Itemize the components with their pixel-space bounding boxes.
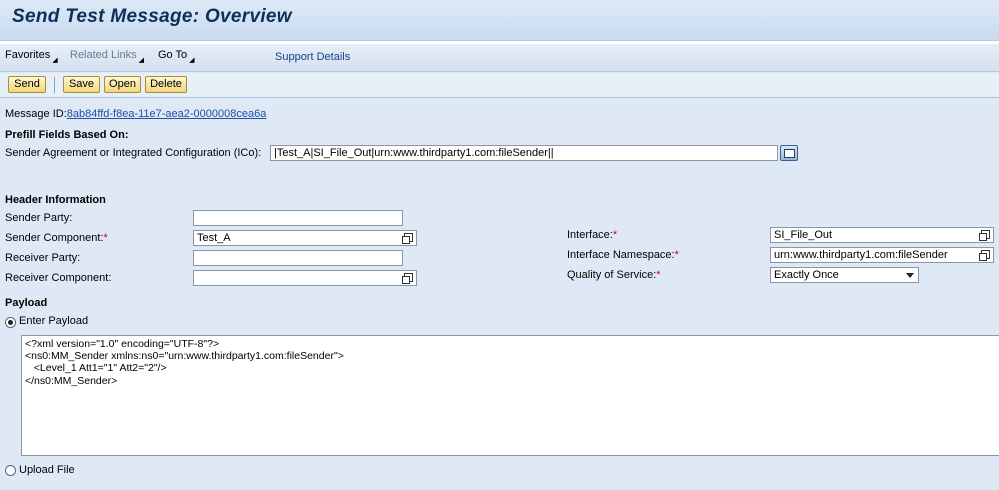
enter-payload-radio[interactable]: [5, 317, 16, 328]
payload-textarea[interactable]: <?xml version="1.0" encoding="UTF-8"?> <…: [21, 335, 999, 456]
namespace-label: Interface Namespace:: [567, 249, 675, 261]
page-title: Send Test Message: Overview: [12, 6, 292, 27]
interface-value: SI_File_Out: [774, 229, 833, 241]
menu-go-to-label: Go To: [158, 49, 188, 61]
sender-party-label: Sender Party:: [5, 212, 73, 224]
message-id-row: Message ID:8ab84ffd-f8ea-11e7-aea2-00000…: [5, 108, 266, 120]
interface-label: Interface:: [567, 229, 613, 241]
menu-go-to[interactable]: Go To ◢: [158, 49, 195, 64]
menu-support-details[interactable]: Support Details: [275, 51, 350, 63]
menu-bar: Favorites ◢ Related Links ◢ Go To ◢ Support…: [0, 44, 999, 72]
toolbar: Send Save Open Delete: [0, 73, 999, 98]
message-id-label: Message ID:: [5, 108, 67, 120]
namespace-label-row: Interface Namespace:*: [567, 249, 679, 261]
header-info-heading: Header Information: [5, 194, 106, 206]
value-help-icon[interactable]: [402, 233, 413, 244]
required-marker: *: [656, 269, 661, 281]
value-help-icon[interactable]: [979, 230, 990, 241]
qos-select[interactable]: Exactly Once: [770, 267, 919, 283]
required-marker: *: [103, 232, 108, 244]
ico-label: Sender Agreement or Integrated Configura…: [5, 147, 262, 159]
menu-related-links-label: Related Links: [70, 49, 137, 61]
dropdown-arrow-icon: ◢: [189, 57, 195, 64]
upload-file-label: Upload File: [19, 464, 75, 476]
qos-label: Quality of Service:: [567, 269, 657, 281]
value-help-icon[interactable]: [780, 145, 798, 161]
chevron-down-icon: [906, 273, 914, 278]
menu-favorites-label: Favorites: [5, 49, 51, 61]
upload-file-radio[interactable]: [5, 465, 16, 476]
sender-component-label: Sender Component:: [5, 232, 104, 244]
sender-component-input[interactable]: Test_A: [193, 230, 417, 246]
namespace-input[interactable]: urn:www.thirdparty1.com:fileSender: [770, 247, 994, 263]
enter-payload-label: Enter Payload: [19, 315, 89, 327]
sender-party-input[interactable]: [193, 210, 403, 226]
dropdown-arrow-icon: ◢: [138, 57, 145, 64]
save-button[interactable]: Save: [63, 76, 100, 93]
toolbar-separator: [54, 77, 55, 93]
receiver-party-label: Receiver Party:: [5, 252, 81, 264]
interface-label-row: Interface:*: [567, 229, 617, 241]
value-help-icon[interactable]: [979, 250, 990, 261]
title-bar: Send Test Message: Overview: [0, 0, 999, 41]
qos-label-row: Quality of Service:*: [567, 269, 661, 281]
qos-value: Exactly Once: [774, 269, 839, 281]
menu-related-links[interactable]: Related Links ◢: [70, 49, 144, 64]
required-marker: *: [674, 249, 679, 261]
receiver-party-input[interactable]: [193, 250, 403, 266]
prefill-heading: Prefill Fields Based On:: [5, 129, 129, 141]
message-id-link[interactable]: 8ab84ffd-f8ea-11e7-aea2-0000008cea6a: [67, 108, 267, 120]
value-help-icon[interactable]: [402, 273, 413, 284]
payload-heading: Payload: [5, 297, 48, 309]
interface-input[interactable]: SI_File_Out: [770, 227, 994, 243]
sender-component-value: Test_A: [197, 232, 231, 244]
sender-component-label-row: Sender Component:*: [5, 232, 108, 244]
receiver-component-input[interactable]: [193, 270, 417, 286]
required-marker: *: [612, 229, 618, 241]
dropdown-arrow-icon: ◢: [52, 57, 58, 64]
namespace-value: urn:www.thirdparty1.com:fileSender: [774, 249, 948, 261]
send-button[interactable]: Send: [8, 76, 46, 93]
receiver-component-label: Receiver Component:: [5, 272, 112, 284]
menu-favorites[interactable]: Favorites ◢: [5, 49, 58, 64]
delete-button[interactable]: Delete: [145, 76, 187, 93]
ico-input[interactable]: |Test_A|SI_File_Out|urn:www.thirdparty1.…: [270, 145, 778, 161]
open-button[interactable]: Open: [104, 76, 141, 93]
